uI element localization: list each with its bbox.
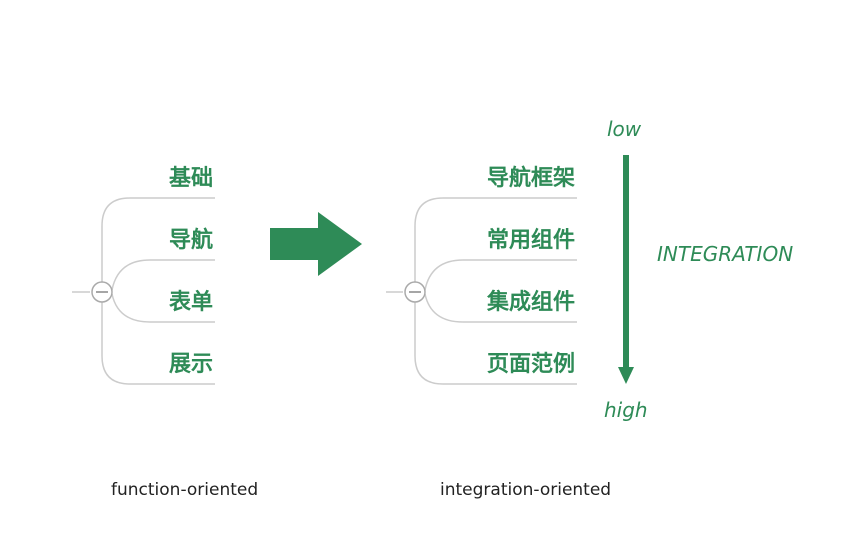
diagram-canvas: 基础 导航 表单 展示 导航框架 常用组件 集成组件 页面范例 low INTE…: [0, 0, 843, 539]
left-tree-item: 导航: [168, 228, 213, 253]
right-caption: integration-oriented: [440, 480, 612, 500]
axis-bottom-label: high: [604, 398, 648, 422]
right-arrow-icon: [270, 212, 362, 276]
left-tree-item: 基础: [168, 166, 213, 191]
minus-circle-icon[interactable]: [91, 281, 113, 303]
minus-circle-icon[interactable]: [404, 281, 426, 303]
axis-top-label: low: [607, 117, 642, 141]
diagram-graphics: [72, 155, 634, 385]
right-tree-item: 集成组件: [486, 290, 575, 315]
left-tree-item: 表单: [168, 290, 213, 315]
left-branch-2: [111, 259, 215, 291]
down-arrow-icon: [618, 155, 634, 384]
left-caption: function-oriented: [111, 480, 259, 500]
right-tree-item: 常用组件: [486, 228, 575, 253]
right-tree-item: 导航框架: [486, 166, 575, 191]
right-branch-2: [424, 259, 577, 291]
axis-name: INTEGRATION: [657, 242, 794, 266]
right-tree-item: 页面范例: [486, 352, 575, 377]
left-tree-item: 展示: [168, 352, 213, 377]
